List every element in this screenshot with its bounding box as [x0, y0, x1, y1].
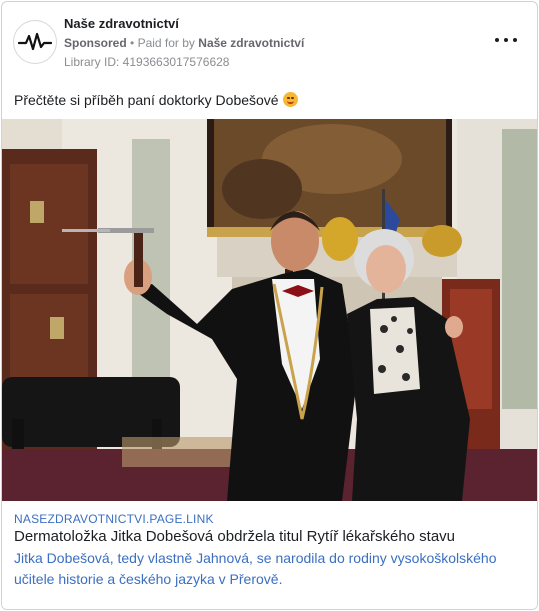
page-avatar[interactable] — [13, 20, 57, 64]
heartbeat-pulse-icon — [18, 32, 52, 51]
link-headline[interactable]: Dermatoložka Jitka Dobešová obdržela tit… — [14, 528, 455, 545]
sponsored-line: Sponsored • Paid for by Naše zdravotnict… — [64, 36, 304, 50]
page-name-link[interactable]: Naše zdravotnictví — [64, 16, 179, 31]
library-id: Library ID: 4193663017576628 — [64, 55, 230, 69]
ad-body-copy: Přečtěte si příběh paní doktorky Dobešov… — [14, 92, 279, 108]
link-domain[interactable]: NASEZDRAVOTNICTVI.PAGE.LINK — [14, 512, 214, 526]
ad-card: Naše zdravotnictví Sponsored • Paid for … — [1, 1, 538, 610]
ad-header: Naše zdravotnictví Sponsored • Paid for … — [2, 2, 537, 84]
paid-for-by-name: Naše zdravotnictví — [198, 36, 305, 50]
ceremony-photo — [2, 119, 537, 501]
ad-body-text: Přečtěte si příběh paní doktorky Dobešov… — [14, 92, 298, 108]
sponsored-label: Sponsored — [64, 36, 127, 50]
link-description[interactable]: Jitka Dobešová, tedy vlastně Jahnová, se… — [14, 548, 514, 590]
dot-separator: • — [130, 36, 138, 50]
more-options-icon[interactable] — [495, 32, 517, 48]
link-preview[interactable]: NASEZDRAVOTNICTVI.PAGE.LINK Dermatoložka… — [2, 501, 537, 609]
ad-photo[interactable] — [2, 119, 537, 501]
paid-for-by-label: Paid for by — [137, 36, 195, 50]
smiling-face-emoji-icon — [282, 92, 298, 107]
